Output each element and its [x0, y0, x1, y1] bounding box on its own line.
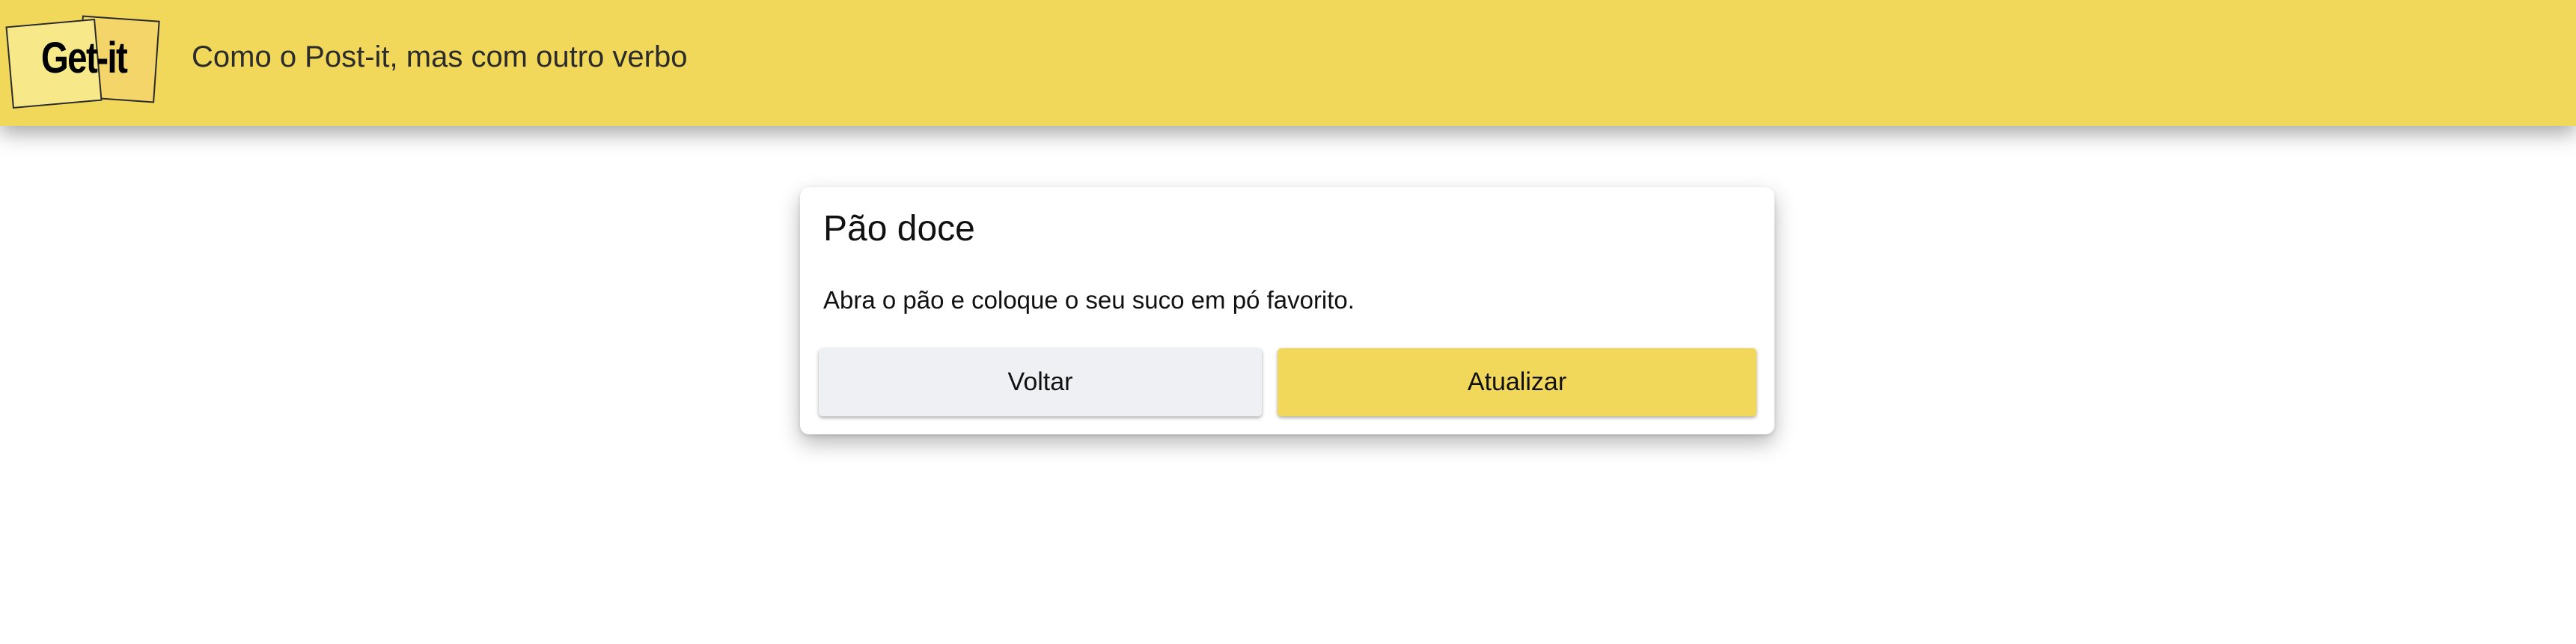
get-it-logo[interactable]: Get-it	[4, 13, 163, 109]
update-button[interactable]: Atualizar	[1278, 348, 1756, 416]
logo-text: Get-it	[40, 34, 128, 82]
note-content: Abra o pão e coloque o seu suco em pó fa…	[823, 286, 1355, 314]
note-title: Pão doce	[823, 209, 975, 249]
back-button[interactable]: Voltar	[819, 348, 1262, 416]
app-header: Get-it Como o Post-it, mas com outro ver…	[0, 0, 2576, 126]
app-tagline: Como o Post-it, mas com outro verbo	[192, 40, 688, 73]
note-edit-card: Pão doce Abra o pão e coloque o seu suco…	[800, 187, 1774, 434]
